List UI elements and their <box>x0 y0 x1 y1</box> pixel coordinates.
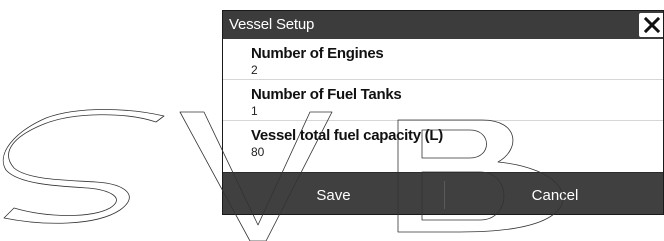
setting-label: Vessel total fuel capacity (L) <box>251 127 443 144</box>
setting-row-number-of-engines[interactable]: Number of Engines 2 <box>223 39 663 80</box>
setting-row-vessel-fuel-capacity[interactable]: Vessel total fuel capacity (L) 80 <box>223 121 663 162</box>
setting-value: 2 <box>251 63 258 77</box>
setting-row-number-of-fuel-tanks[interactable]: Number of Fuel Tanks 1 <box>223 80 663 121</box>
watermark-letter-s <box>2 109 165 224</box>
setting-label: Number of Engines <box>251 45 384 62</box>
save-button[interactable]: Save <box>223 173 444 214</box>
vessel-setup-dialog: Vessel Setup Number of Engines 2 Number … <box>222 10 664 215</box>
dialog-title: Vessel Setup <box>229 16 315 33</box>
close-icon <box>644 17 660 33</box>
close-button[interactable] <box>639 13 663 37</box>
dialog-button-bar: Save Cancel <box>223 172 663 214</box>
cancel-button[interactable]: Cancel <box>445 173 663 214</box>
dialog-titlebar: Vessel Setup <box>223 11 663 39</box>
setting-label: Number of Fuel Tanks <box>251 86 402 103</box>
setting-value: 80 <box>251 145 265 159</box>
setting-value: 1 <box>251 104 258 118</box>
